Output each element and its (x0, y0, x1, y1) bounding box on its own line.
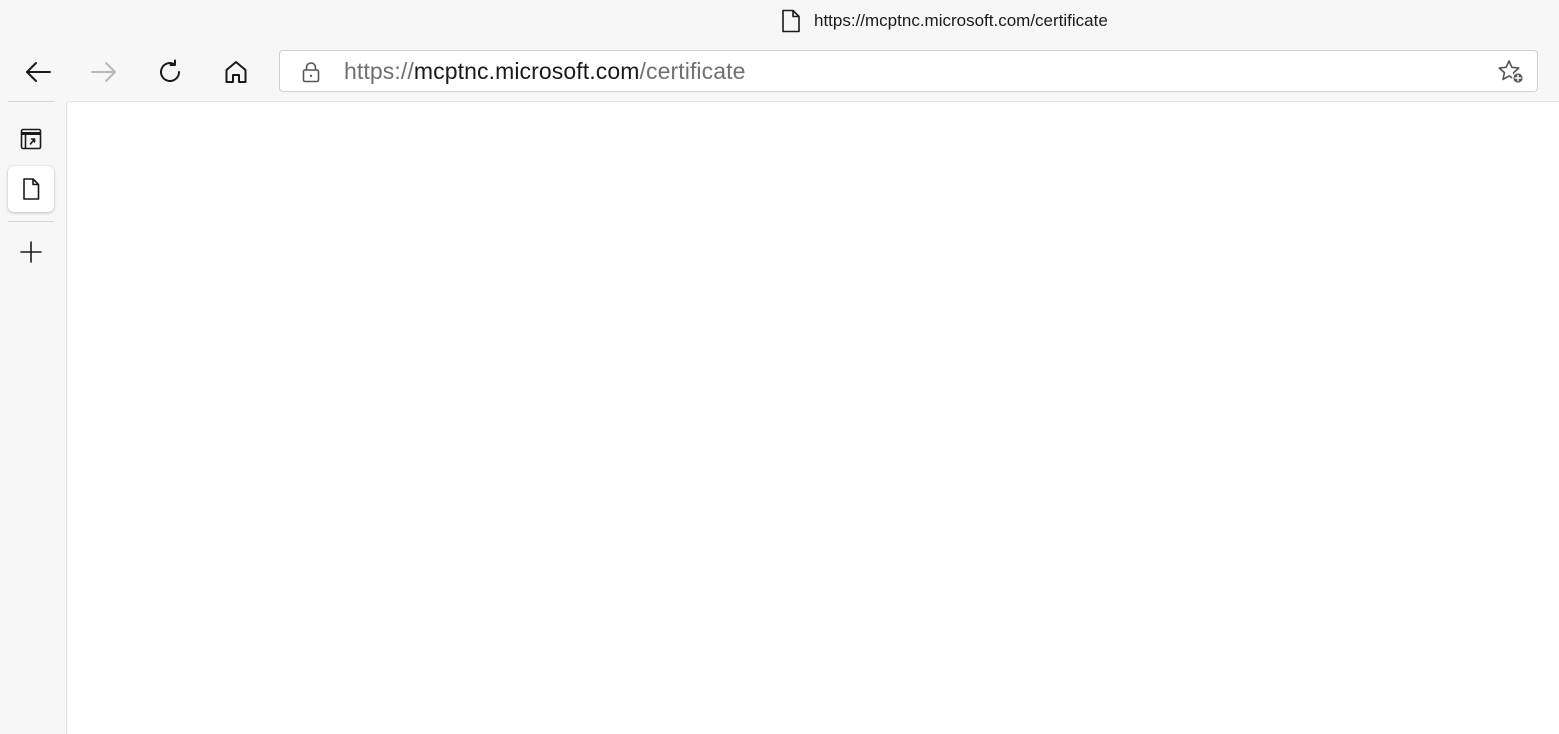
home-icon (225, 61, 247, 83)
window-title-text: https://mcptnc.microsoft.com/certificate (814, 11, 1108, 30)
browser-window: https://mcptnc.microsoft.com/certificate (0, 0, 1559, 734)
home-button[interactable] (214, 50, 258, 94)
address-bar[interactable]: https://mcptnc.microsoft.com/certificate (279, 50, 1538, 92)
back-button[interactable] (16, 50, 60, 94)
page-icon (782, 9, 800, 33)
vertical-tabs-sidebar (0, 102, 67, 734)
url-scheme: https:// (344, 58, 414, 84)
sidebar-divider (8, 221, 54, 222)
forward-button[interactable] (82, 50, 126, 94)
window-title: https://mcptnc.microsoft.com/certificate (780, 7, 1108, 35)
lock-icon[interactable] (301, 61, 321, 83)
navigation-toolbar: https://mcptnc.microsoft.com/certificate (0, 42, 1559, 102)
url-host: mcptnc.microsoft.com (413, 58, 640, 84)
new-tab-button[interactable] (8, 229, 54, 275)
plus-icon (20, 241, 42, 263)
page-icon (23, 178, 40, 200)
refresh-icon (160, 59, 180, 82)
forward-arrow-icon (91, 62, 116, 82)
add-favorite-icon[interactable] (1497, 59, 1525, 85)
title-bar: https://mcptnc.microsoft.com/certificate (0, 0, 1559, 42)
refresh-button[interactable] (148, 50, 192, 94)
tab-active[interactable] (8, 166, 54, 212)
url-text[interactable]: https://mcptnc.microsoft.com/certificate (344, 51, 746, 91)
url-path: /certificate (639, 58, 746, 84)
tab-actions-icon (20, 128, 42, 150)
tab-actions-button[interactable] (8, 116, 54, 162)
page-content (68, 101, 1559, 734)
back-arrow-icon (26, 62, 51, 82)
